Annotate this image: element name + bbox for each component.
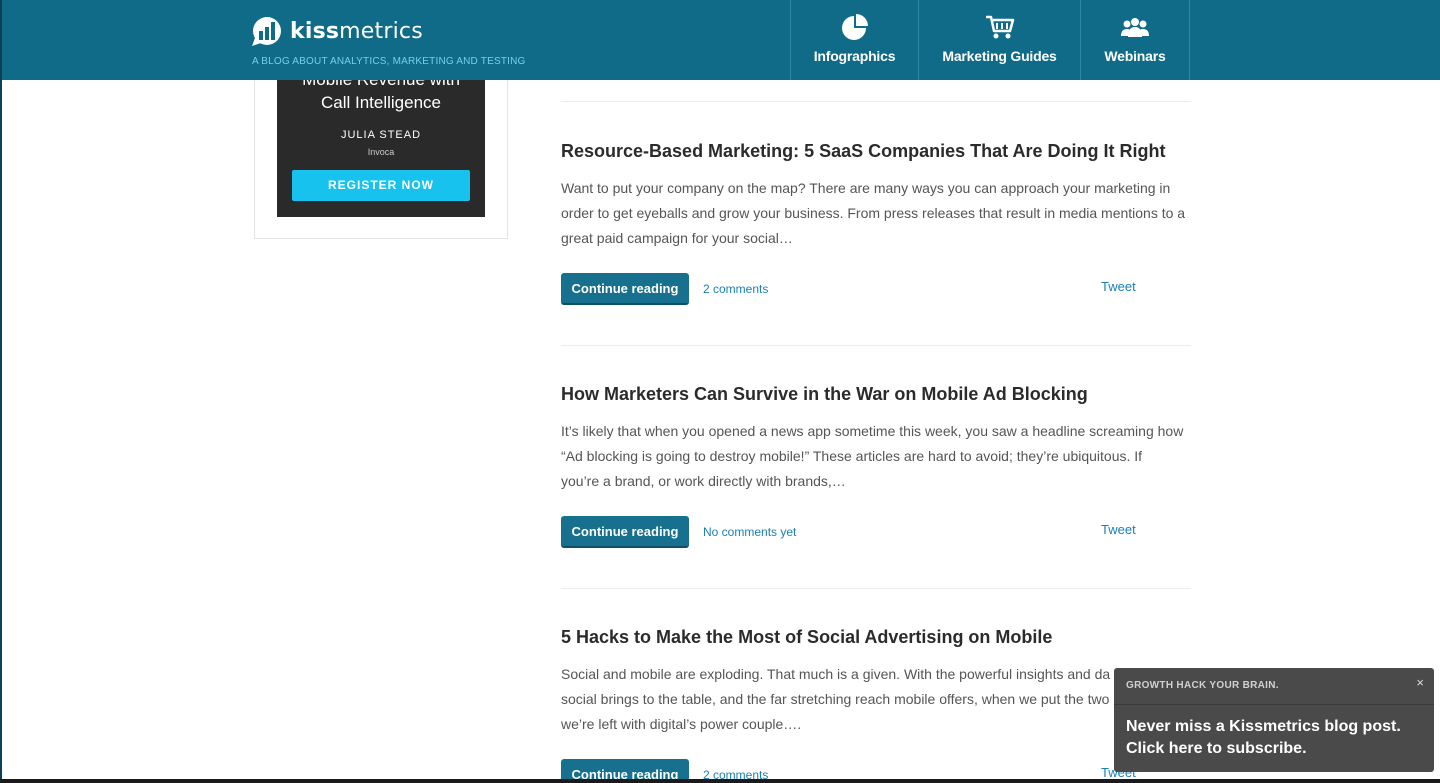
tweet-button[interactable]: Tweet xyxy=(1101,522,1136,537)
post-divider xyxy=(561,345,1191,346)
people-icon xyxy=(1119,12,1151,42)
post-title[interactable]: 5 Hacks to Make the Most of Social Adver… xyxy=(561,626,1193,648)
webinar-banner[interactable]: Mobile Revenue with Call Intelligence JU… xyxy=(277,61,485,217)
excerpt-line: we’re left with digital’s power couple…. xyxy=(561,716,802,732)
post-divider xyxy=(561,588,1191,589)
excerpt-line: “Ad blocking is going to destroy mobile!… xyxy=(561,448,1143,464)
excerpt-line: Want to put your company on the map? The… xyxy=(561,180,1171,196)
popup-header: GROWTH HACK YOUR BRAIN. × xyxy=(1114,668,1434,705)
subscribe-popup[interactable]: GROWTH HACK YOUR BRAIN. × Never miss a K… xyxy=(1114,668,1434,772)
excerpt-line: Social and mobile are exploding. That mu… xyxy=(561,666,1111,682)
popup-message[interactable]: Never miss a Kissmetrics blog post. xyxy=(1126,718,1401,736)
ad-author: JULIA STEAD xyxy=(340,129,422,141)
window-bottom-edge xyxy=(0,779,1440,783)
post-excerpt: Want to put your company on the map? The… xyxy=(561,176,1193,251)
post-item: 5 Hacks to Make the Most of Social Adver… xyxy=(561,626,1193,737)
nav-item-marketing-guides[interactable]: Marketing Guides xyxy=(918,0,1080,80)
continue-reading-button[interactable]: Continue reading xyxy=(561,516,689,548)
nav-item-webinars[interactable]: Webinars xyxy=(1080,0,1190,80)
site-logo[interactable]: kissmetrics xyxy=(252,16,423,46)
post-excerpt: Social and mobile are exploding. That mu… xyxy=(561,662,1193,737)
comments-link[interactable]: 2 comments xyxy=(703,282,768,296)
post-title[interactable]: Resource-Based Marketing: 5 SaaS Compani… xyxy=(561,140,1193,162)
post-title[interactable]: How Marketers Can Survive in the War on … xyxy=(561,383,1193,405)
excerpt-line: It’s likely that when you opened a news … xyxy=(561,423,1184,439)
post-actions: Continue reading No comments yet Tweet xyxy=(561,516,1193,548)
bar-chart-bubble-icon xyxy=(252,16,282,46)
tweet-button[interactable]: Tweet xyxy=(1101,279,1136,294)
nav-item-infographics[interactable]: Infographics xyxy=(790,0,918,80)
shopping-cart-icon xyxy=(985,12,1015,42)
excerpt-line: social brings to the table, and the far … xyxy=(561,691,1110,707)
excerpt-line: order to get eyeballs and grow your busi… xyxy=(561,205,1186,221)
post-excerpt: It’s likely that when you opened a news … xyxy=(561,419,1193,494)
comments-link[interactable]: No comments yet xyxy=(703,525,796,539)
continue-reading-button[interactable]: Continue reading xyxy=(561,273,689,305)
ad-company: Invoca xyxy=(367,147,395,157)
ad-title-line2: Call Intelligence xyxy=(320,93,441,112)
nav-label: Infographics xyxy=(813,48,896,64)
post-item: Resource-Based Marketing: 5 SaaS Compani… xyxy=(561,140,1193,251)
site-tagline: A BLOG ABOUT ANALYTICS, MARKETING AND TE… xyxy=(252,56,526,67)
subscribe-link[interactable]: Click here to subscribe. xyxy=(1126,740,1307,758)
nav-label: Webinars xyxy=(1104,48,1166,64)
main-nav: Infographics Marketing Guides Webinars xyxy=(790,0,1190,80)
site-header: kissmetrics A BLOG ABOUT ANALYTICS, MARK… xyxy=(0,0,1440,80)
post-actions: Continue reading 2 comments Tweet xyxy=(561,273,1193,305)
window-left-edge xyxy=(0,0,2,783)
popup-kicker: GROWTH HACK YOUR BRAIN. xyxy=(1126,680,1279,691)
pie-chart-icon xyxy=(841,12,869,42)
logo-wordmark: kissmetrics xyxy=(290,18,423,44)
excerpt-line: great paid campaign for your social… xyxy=(561,230,793,246)
sidebar-ad: Mobile Revenue with Call Intelligence JU… xyxy=(254,60,508,239)
nav-label: Marketing Guides xyxy=(942,48,1057,64)
post-divider xyxy=(561,101,1191,102)
register-now-button[interactable]: REGISTER NOW xyxy=(292,170,470,201)
excerpt-line: you’re a brand, or work directly with br… xyxy=(561,473,846,489)
post-item: How Marketers Can Survive in the War on … xyxy=(561,383,1193,494)
close-icon[interactable]: × xyxy=(1416,675,1424,690)
